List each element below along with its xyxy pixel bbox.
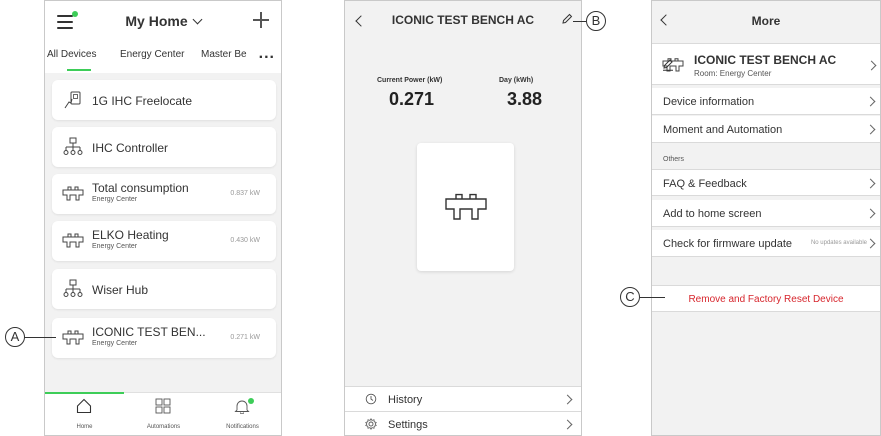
chevron-right-icon	[866, 60, 877, 71]
device-power: 0.837 kW	[230, 190, 260, 197]
firmware-update-row[interactable]: Check for firmware update No updates ava…	[652, 230, 880, 257]
meter-icon	[62, 186, 84, 201]
nav-label: Home	[76, 424, 93, 430]
plus-icon[interactable]	[253, 12, 269, 28]
device-room: Energy Center	[92, 340, 138, 347]
nav-home[interactable]: Home	[45, 393, 124, 435]
device-info-card[interactable]: ICONIC TEST BENCH AC Room: Energy Center	[652, 43, 880, 85]
home-header: My Home All Devices Energy Center Master…	[45, 1, 281, 73]
device-tabs: All Devices Energy Center Master Be ...	[45, 45, 281, 73]
callout-a: A	[5, 327, 25, 347]
day-energy-value: 3.88	[507, 89, 543, 109]
callout-a-line	[24, 337, 56, 338]
edit-icon[interactable]	[662, 59, 674, 71]
moment-automation-row[interactable]: Moment and Automation	[652, 116, 880, 143]
callout-c-line	[640, 297, 665, 298]
callout-b-line	[573, 21, 586, 22]
nav-automations[interactable]: Automations	[124, 393, 203, 435]
device-name: 1G IHC Freelocate	[92, 94, 193, 108]
device-name: ICONIC TEST BEN...	[92, 325, 206, 339]
tab-all-devices[interactable]: All Devices	[47, 49, 96, 60]
tab-master-bedroom[interactable]: Master Be	[201, 49, 247, 60]
add-to-home-screen-label: Add to home screen	[663, 208, 762, 220]
notification-dot-icon	[248, 398, 254, 404]
device-card-freelocate[interactable]: 1G IHC Freelocate	[52, 80, 276, 120]
bottom-navigation: Home Automations Notifications	[45, 392, 281, 435]
chevron-right-icon	[865, 208, 876, 219]
grid-icon	[155, 398, 171, 414]
device-power: 0.430 kW	[230, 237, 260, 244]
device-name: Total consumption	[92, 181, 189, 195]
history-label: History	[388, 394, 423, 406]
chevron-right-icon	[865, 238, 876, 249]
edit-icon[interactable]	[561, 13, 573, 25]
device-title: ICONIC TEST BENCH AC	[391, 13, 535, 27]
chevron-right-icon	[562, 394, 573, 405]
detail-header: ICONIC TEST BENCH AC	[345, 1, 581, 41]
switch-hand-icon	[64, 91, 81, 109]
active-tab-indicator	[67, 69, 91, 71]
home-selector[interactable]: My Home	[45, 13, 281, 29]
home-icon	[76, 398, 92, 414]
more-screen: More ICONIC TEST BENCH AC Room: Energy C…	[651, 0, 881, 436]
hub-icon	[63, 279, 83, 297]
device-card-iconic-test-bench[interactable]: ICONIC TEST BEN... Energy Center 0.271 k…	[52, 318, 276, 358]
device-detail-screen: ICONIC TEST BENCH AC Current Power (kW) …	[344, 0, 582, 436]
nav-notifications[interactable]: Notifications	[203, 393, 281, 435]
history-icon	[365, 393, 377, 405]
settings-row[interactable]: Settings	[345, 411, 581, 435]
nav-label: Notifications	[226, 424, 259, 430]
remove-reset-device-row[interactable]: Remove and Factory Reset Device	[652, 285, 880, 312]
settings-icon	[365, 418, 377, 430]
hub-icon	[63, 137, 83, 155]
history-row[interactable]: History	[345, 386, 581, 411]
callout-c: C	[620, 287, 640, 307]
faq-feedback-label: FAQ & Feedback	[663, 178, 747, 190]
device-card-wiser-hub[interactable]: Wiser Hub	[52, 269, 276, 309]
remove-reset-device-label: Remove and Factory Reset Device	[688, 294, 844, 305]
chevron-right-icon	[865, 124, 876, 135]
others-section-label: Others	[663, 156, 685, 163]
firmware-status: No updates available	[810, 240, 867, 246]
tab-energy-center[interactable]: Energy Center	[120, 49, 184, 60]
device-name: Wiser Hub	[92, 283, 149, 297]
moment-automation-label: Moment and Automation	[663, 124, 783, 136]
device-power: 0.271 kW	[230, 334, 260, 341]
firmware-update-label: Check for firmware update	[663, 238, 792, 250]
callout-b: B	[586, 11, 606, 31]
device-card-total-consumption[interactable]: Total consumption Energy Center 0.837 kW	[52, 174, 276, 214]
meter-icon	[445, 193, 487, 220]
home-title: My Home	[125, 13, 188, 29]
device-name: IHC Controller	[92, 141, 169, 155]
current-power-label: Current Power (kW)	[377, 77, 443, 84]
current-power-value: 0.271	[389, 89, 435, 109]
device-name: ICONIC TEST BENCH AC	[694, 53, 837, 67]
device-room: Room: Energy Center	[694, 69, 772, 78]
chevron-right-icon	[865, 178, 876, 189]
meter-icon	[62, 330, 84, 345]
faq-feedback-row[interactable]: FAQ & Feedback	[652, 169, 880, 196]
settings-label: Settings	[388, 419, 428, 431]
device-image-tile	[417, 143, 514, 271]
device-information-row[interactable]: Device information	[652, 88, 880, 115]
device-room: Energy Center	[92, 196, 138, 203]
device-name: ELKO Heating	[92, 228, 169, 242]
chevron-right-icon	[562, 419, 573, 430]
device-room: Energy Center	[92, 243, 138, 250]
chevron-right-icon	[865, 96, 876, 107]
add-to-home-screen-row[interactable]: Add to home screen	[652, 200, 880, 227]
device-information-label: Device information	[663, 96, 755, 108]
home-screen: My Home All Devices Energy Center Master…	[44, 0, 282, 436]
chevron-down-icon	[192, 14, 203, 25]
day-energy-label: Day (kWh)	[499, 77, 534, 84]
more-title: More	[751, 14, 781, 28]
meter-icon	[62, 233, 84, 248]
more-tabs-icon[interactable]: ...	[259, 45, 275, 63]
screenshot-stage: My Home All Devices Energy Center Master…	[0, 0, 881, 436]
device-card-elko-heating[interactable]: ELKO Heating Energy Center 0.430 kW	[52, 221, 276, 261]
nav-label: Automations	[146, 424, 181, 430]
device-card-ihc-controller[interactable]: IHC Controller	[52, 127, 276, 167]
